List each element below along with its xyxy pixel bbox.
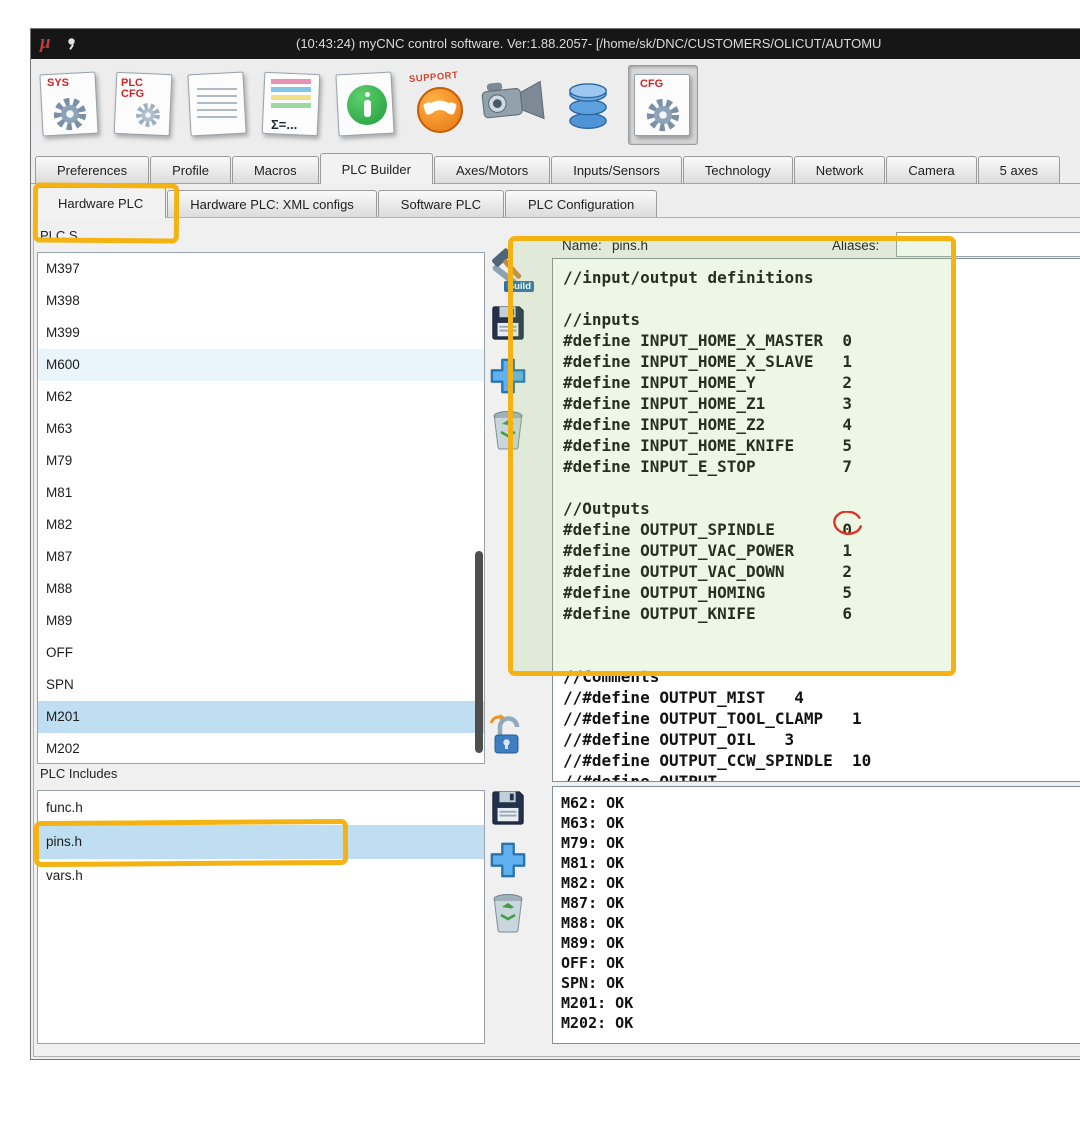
scrollbar-thumb[interactable] (475, 551, 483, 753)
toolbar-button-info[interactable] (332, 65, 402, 145)
toolbar-button-text-editor[interactable] (184, 65, 254, 145)
plc-source-item[interactable]: M398 (38, 285, 484, 317)
plc-include-item[interactable]: func.h (38, 791, 484, 825)
padlock-icon (489, 714, 520, 754)
database-icon (569, 83, 607, 129)
icon-label: PLC CFG (121, 77, 145, 100)
plc-source-item[interactable]: M399 (38, 317, 484, 349)
gear-icon (53, 97, 87, 131)
toolbar-button-macro-wizard[interactable]: Σ=... (258, 65, 328, 145)
app-logo: μ (40, 32, 51, 53)
subtab-plc-configuration[interactable]: PLC Configuration (505, 190, 658, 217)
tab-profile[interactable]: Profile (150, 156, 231, 183)
build-button[interactable]: Build (484, 244, 534, 294)
file-name-label: Name: (562, 238, 602, 253)
delete-source-button[interactable] (488, 409, 528, 451)
gear-icon (646, 98, 680, 132)
trash-icon (493, 894, 523, 933)
add-include-button[interactable] (489, 841, 527, 879)
code-editor[interactable]: //input/output definitions //inputs #def… (552, 258, 1080, 782)
tab-5-axes[interactable]: 5 axes (977, 156, 1060, 183)
add-source-button[interactable] (489, 357, 527, 395)
plc-source-item[interactable]: M79 (38, 445, 484, 477)
colored-lines-icon (271, 79, 311, 109)
file-name-value: pins.h (612, 238, 649, 253)
tab-macros[interactable]: Macros (231, 156, 319, 183)
plus-icon (490, 842, 526, 878)
build-log[interactable]: M62: OK M63: OK M79: OK M81: OK M82: OK … (552, 786, 1080, 1044)
icon-label: CFG (640, 78, 664, 90)
save-source-button[interactable] (489, 303, 527, 341)
plc-builder-pane: PLC S M397 M398 M399 M600 M62 M63 M79 M8… (33, 217, 1080, 1057)
build-label: Build (504, 281, 534, 292)
subtab-hardware-plc[interactable]: Hardware PLC (35, 187, 167, 218)
code-text: //input/output definitions //inputs #def… (563, 268, 872, 782)
plc-includes-list[interactable]: func.h pins.h vars.h (37, 790, 485, 1044)
unlock-button[interactable] (487, 712, 529, 760)
plc-source-item[interactable]: M62 (38, 381, 484, 413)
toolbar: SYS PLC CFG Σ=... SUPPORT CFG (31, 59, 1080, 151)
app-window: μ (10:43:24) myCNC control software. Ver… (30, 28, 1080, 1060)
titlebar[interactable]: μ (10:43:24) myCNC control software. Ver… (31, 29, 1080, 59)
toolbar-button-camera[interactable] (480, 65, 550, 145)
plc-sources-list[interactable]: M397 M398 M399 M600 M62 M63 M79 M81 M82 … (37, 252, 485, 764)
toolbar-button-plc-config[interactable]: PLC CFG (110, 65, 180, 145)
tab-axes-motors[interactable]: Axes/Motors (433, 156, 551, 183)
main-tab-bar: Preferences Profile Macros PLC Builder A… (31, 151, 1080, 184)
plc-includes-label: PLC Includes (40, 766, 118, 781)
tab-technology[interactable]: Technology (682, 156, 793, 183)
toolbar-button-database[interactable] (554, 65, 624, 145)
tab-network[interactable]: Network (793, 156, 886, 183)
pin-icon[interactable] (61, 36, 77, 52)
phone-icon (417, 87, 463, 133)
aliases-input[interactable] (896, 232, 1080, 257)
aliases-label: Aliases: (832, 238, 880, 253)
plc-source-item[interactable]: M82 (38, 509, 484, 541)
plus-icon (490, 358, 526, 394)
plc-source-item[interactable]: OFF (38, 637, 484, 669)
toolbar-button-sys-settings[interactable]: SYS (36, 65, 106, 145)
tab-camera[interactable]: Camera (886, 156, 977, 183)
toolbar-button-support[interactable]: SUPPORT (406, 65, 476, 145)
subtab-hardware-plc-xml[interactable]: Hardware PLC: XML configs (167, 190, 377, 217)
delete-include-button[interactable] (488, 892, 528, 934)
plc-include-item[interactable]: vars.h (38, 859, 484, 893)
tab-inputs-sensors[interactable]: Inputs/Sensors (551, 156, 682, 183)
plc-source-item[interactable]: M600 (38, 349, 484, 381)
tab-plc-builder[interactable]: PLC Builder (319, 153, 433, 184)
trash-icon (493, 411, 523, 450)
plc-source-item[interactable]: M81 (38, 477, 484, 509)
window-title: (10:43:24) myCNC control software. Ver:1… (296, 36, 882, 51)
plc-source-item[interactable]: M63 (38, 413, 484, 445)
plc-source-item[interactable]: SPN (38, 669, 484, 701)
log-text: M62: OK M63: OK M79: OK M81: OK M82: OK … (561, 794, 634, 1032)
toolbar-button-cfg-settings[interactable]: CFG (628, 65, 698, 145)
info-icon (347, 85, 387, 125)
subtab-software-plc[interactable]: Software PLC (377, 190, 504, 217)
save-include-button[interactable] (489, 788, 527, 826)
support-label: SUPPORT (408, 69, 459, 86)
plc-source-item[interactable]: M202 (38, 733, 484, 763)
plc-source-item-selected[interactable]: M201 (38, 701, 484, 733)
text-lines-icon (197, 83, 237, 123)
plc-sources-label: PLC S (40, 228, 78, 243)
camera-icon (481, 80, 545, 120)
plc-include-item-selected[interactable]: pins.h (38, 825, 484, 859)
floppy-icon (492, 791, 524, 825)
sigma-label: Σ=... (271, 117, 298, 132)
gear-icon (136, 103, 160, 127)
plc-source-item[interactable]: M397 (38, 253, 484, 285)
tab-preferences[interactable]: Preferences (35, 156, 150, 183)
plc-source-item[interactable]: M88 (38, 573, 484, 605)
plc-sub-tab-bar: Hardware PLC Hardware PLC: XML configs S… (31, 185, 1080, 218)
plc-source-item[interactable]: M87 (38, 541, 484, 573)
floppy-icon (492, 306, 524, 340)
plc-source-item[interactable]: M89 (38, 605, 484, 637)
icon-label: SYS (47, 77, 70, 89)
